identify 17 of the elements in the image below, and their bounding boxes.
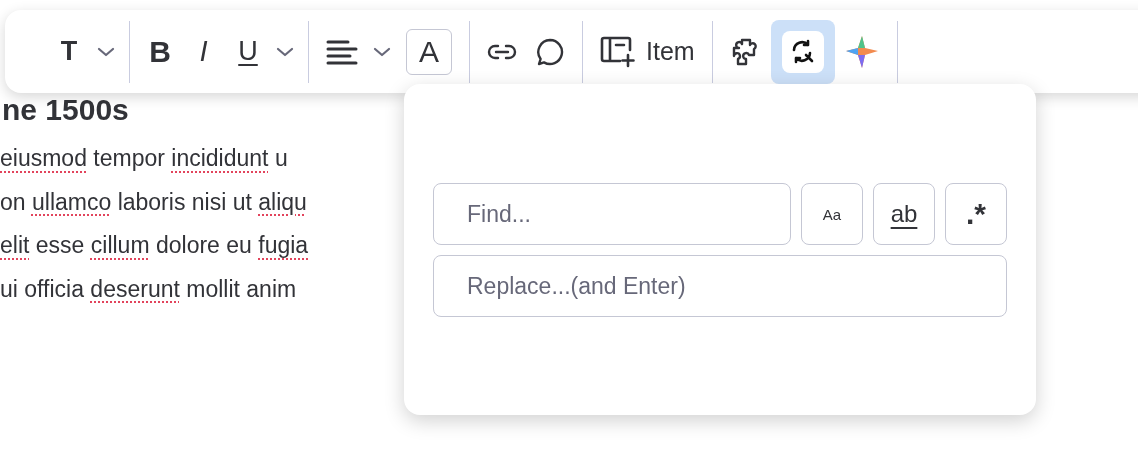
- document-heading: ne 1500s: [2, 92, 129, 128]
- replace-field[interactable]: Replace...(and Enter): [433, 255, 1007, 317]
- whole-word-toggle[interactable]: ab: [873, 183, 935, 245]
- find-field[interactable]: Find...: [433, 183, 791, 245]
- match-case-toggle[interactable]: Aa: [801, 183, 863, 245]
- italic-button[interactable]: I: [182, 19, 226, 84]
- bold-button[interactable]: B: [138, 19, 182, 84]
- paragraph-line: eiusmod tempor incididunt u: [0, 144, 288, 173]
- find-replace-button[interactable]: [770, 19, 835, 84]
- regex-toggle[interactable]: .*: [945, 183, 1007, 245]
- underline-button[interactable]: U: [226, 19, 270, 84]
- paragraph-line: ui officia deserunt mollit anim: [0, 274, 297, 304]
- add-item-button[interactable]: Item: [591, 19, 704, 84]
- board-plus-icon: [600, 35, 636, 68]
- heading-button[interactable]: T: [47, 19, 91, 84]
- paragraph-line: on ullamco laboris nisi ut aliqu: [0, 187, 307, 217]
- paragraph-line: elit esse cillum dolore eu fugia: [0, 231, 309, 260]
